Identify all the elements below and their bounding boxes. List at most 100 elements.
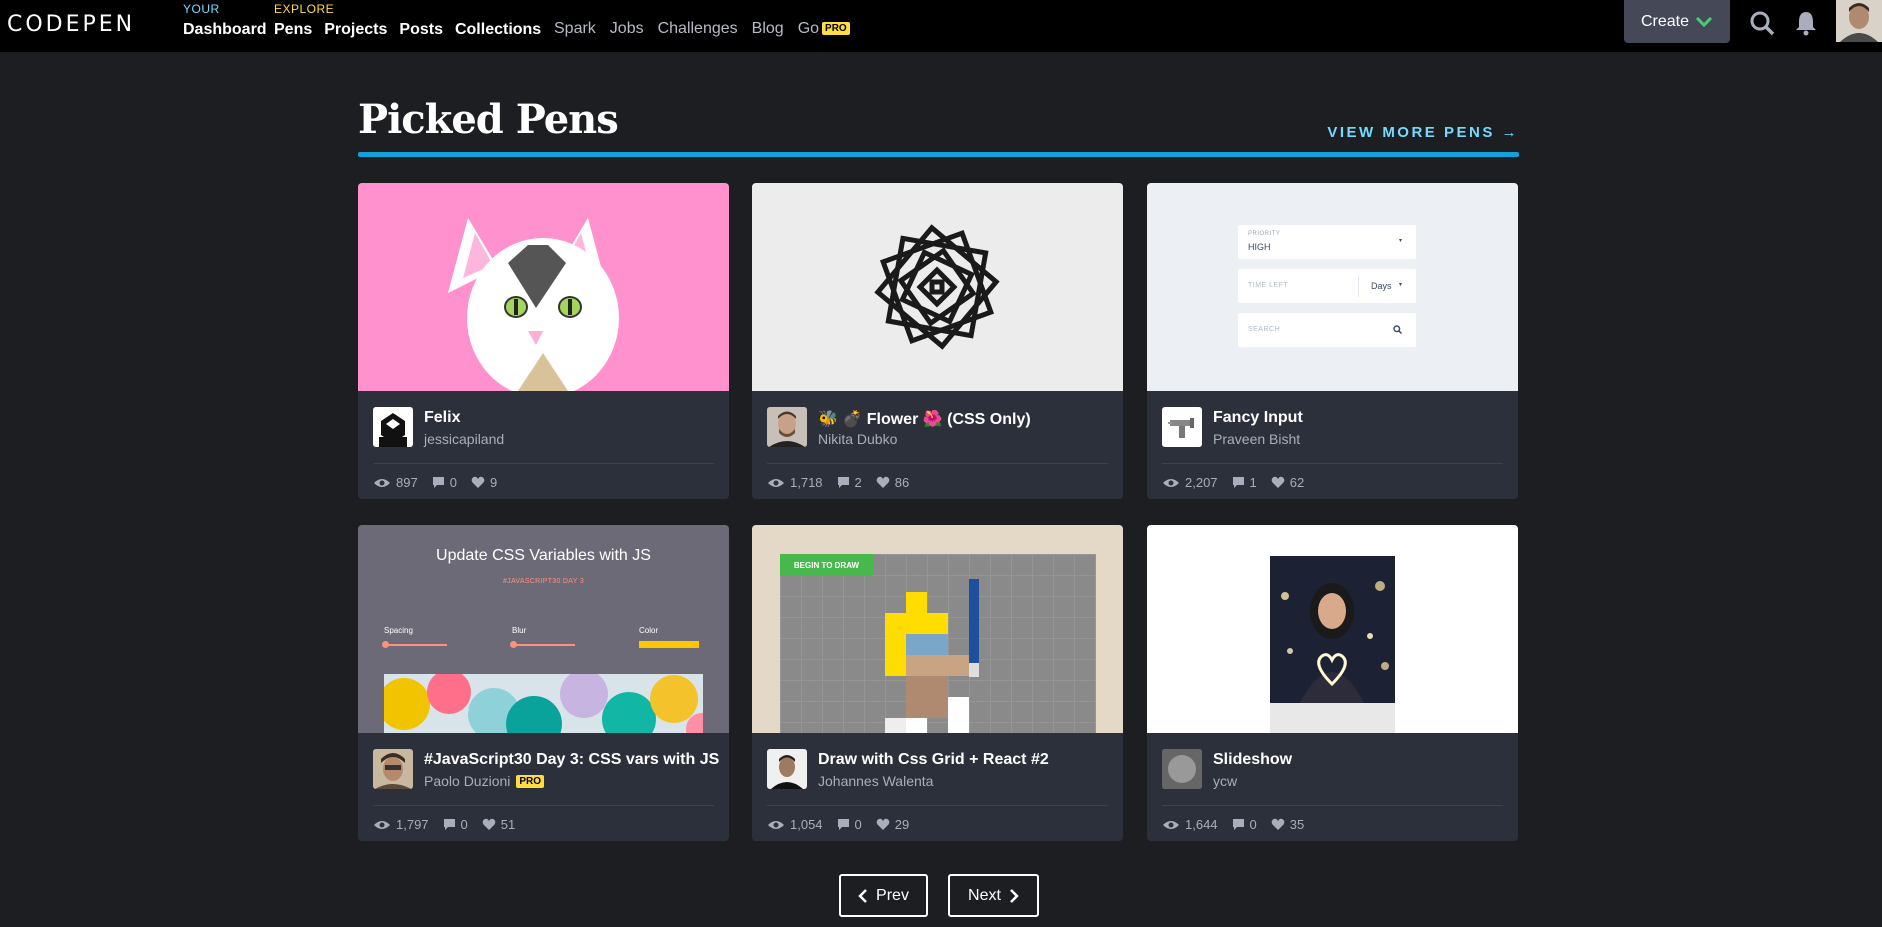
author-avatar[interactable] [1162, 749, 1202, 789]
codepen-logo[interactable]: CODEPEN [7, 9, 135, 39]
card-divider [767, 805, 1108, 806]
author-avatar[interactable] [373, 749, 413, 789]
nav-challenges[interactable]: Challenges [658, 20, 738, 38]
views-stat: 897 [373, 475, 418, 490]
pen-card[interactable]: BEGIN TO DRAW Draw with Css Grid + React… [752, 525, 1123, 841]
likes-stat[interactable]: 35 [1271, 817, 1304, 832]
nav-go[interactable]: Go PRO [798, 20, 850, 38]
pen-author[interactable]: Nikita Dubko [818, 431, 897, 447]
comments-stat[interactable]: 1 [1232, 475, 1257, 490]
chevron-right-icon [1010, 888, 1019, 903]
pen-preview-fancy-input[interactable]: PRIORITY HIGH ▾ TIME LEFT Days ▾ SEARCH [1147, 183, 1518, 391]
pro-badge: PRO [516, 775, 545, 788]
nav-dashboard[interactable]: Dashboard [183, 21, 267, 39]
pen-card[interactable]: 🐝 💣 Flower 🌺 (CSS Only) Nikita Dubko 1,7… [752, 183, 1123, 499]
author-avatar[interactable] [767, 407, 807, 447]
blur-slider-thumb[interactable] [510, 641, 517, 648]
view-more-pens-link[interactable]: VIEW MORE PENS → [1327, 124, 1519, 141]
search-icon [1750, 11, 1775, 36]
prev-button[interactable]: Prev [839, 874, 928, 917]
likes-stat[interactable]: 9 [471, 475, 497, 490]
bell-icon [1796, 12, 1816, 36]
pen-title[interactable]: Slideshow [1213, 751, 1292, 769]
comments-count: 1 [1249, 475, 1257, 490]
pen-stats: 1,797 0 51 [373, 817, 515, 832]
nav-spark[interactable]: Spark [554, 20, 596, 38]
comments-stat[interactable]: 0 [432, 475, 457, 490]
comment-icon [1232, 819, 1244, 830]
create-button[interactable]: Create [1624, 0, 1730, 43]
pen-title[interactable]: Draw with Css Grid + React #2 [818, 751, 1049, 769]
top-navigation-bar: CODEPEN YOUR Dashboard EXPLORE Pens Proj… [0, 0, 1882, 52]
pen-author[interactable]: Praveen Bisht [1213, 431, 1300, 447]
card-divider [373, 463, 714, 464]
author-avatar[interactable] [767, 749, 807, 789]
views-count: 897 [396, 475, 418, 490]
pen-author[interactable]: ycw [1213, 773, 1237, 789]
likes-stat[interactable]: 29 [876, 817, 909, 832]
nav-projects[interactable]: Projects [324, 21, 387, 39]
pen-preview-slideshow[interactable] [1147, 525, 1518, 733]
likes-stat[interactable]: 51 [482, 817, 515, 832]
comments-stat[interactable]: 2 [837, 475, 862, 490]
pen-preview-grid-draw[interactable]: BEGIN TO DRAW [752, 525, 1123, 733]
begin-to-draw-button[interactable]: BEGIN TO DRAW [780, 554, 873, 576]
pen-card[interactable]: Slideshow ycw 1,644 0 35 [1147, 525, 1518, 841]
pen-title[interactable]: Fancy Input [1213, 409, 1303, 427]
pen-card[interactable]: Update CSS Variables with JS #JAVASCRIPT… [358, 525, 729, 841]
nav-blog[interactable]: Blog [752, 20, 784, 38]
likes-stat[interactable]: 62 [1271, 475, 1304, 490]
pen-preview-flower[interactable] [752, 183, 1123, 391]
explore-nav-group: EXPLORE Pens Projects Posts Collections [274, 2, 541, 39]
comments-stat[interactable]: 0 [837, 817, 862, 832]
views-stat: 1,797 [373, 817, 429, 832]
pen-stats: 2,207 1 62 [1162, 475, 1304, 490]
pen-author[interactable]: jessicapiland [424, 431, 504, 447]
time-left-field[interactable]: TIME LEFT Days ▾ [1238, 269, 1416, 303]
search-placeholder: SEARCH [1248, 326, 1281, 333]
pen-title[interactable]: Felix [424, 409, 460, 427]
chevron-down-icon [1695, 16, 1713, 27]
comments-stat[interactable]: 0 [1232, 817, 1257, 832]
days-select[interactable]: Days [1371, 281, 1392, 291]
user-avatar[interactable] [1836, 0, 1882, 42]
comment-icon [432, 477, 444, 488]
comments-stat[interactable]: 0 [443, 817, 468, 832]
author-avatar[interactable] [373, 407, 413, 447]
pen-card[interactable]: PRIORITY HIGH ▾ TIME LEFT Days ▾ SEARCH … [1147, 183, 1518, 499]
pen-preview-felix[interactable] [358, 183, 729, 391]
pen-card[interactable]: Felix jessicapiland 897 0 9 [358, 183, 729, 499]
nav-jobs[interactable]: Jobs [610, 20, 644, 38]
color-picker[interactable] [639, 641, 699, 648]
pen-stats: 897 0 9 [373, 475, 497, 490]
notifications-button[interactable] [1791, 8, 1821, 38]
priority-select[interactable]: PRIORITY HIGH ▾ [1238, 225, 1416, 259]
go-pro-badge: PRO [822, 22, 850, 35]
next-button[interactable]: Next [948, 874, 1039, 917]
pen-stats: 1,054 0 29 [767, 817, 909, 832]
pen-title[interactable]: 🐝 💣 Flower 🌺 (CSS Only) [818, 409, 1031, 429]
spacing-label: Spacing [384, 626, 413, 635]
pen-preview-css-vars[interactable]: Update CSS Variables with JS #JAVASCRIPT… [358, 525, 729, 733]
pen-author[interactable]: Paolo Duzioni [424, 773, 510, 789]
pen-author[interactable]: Johannes Walenta [818, 773, 933, 789]
spacing-slider-thumb[interactable] [382, 641, 389, 648]
slideshow-photo [1270, 556, 1395, 733]
nav-collections[interactable]: Collections [455, 21, 541, 39]
nav-go-label: Go [797, 20, 820, 37]
author-avatar[interactable] [1162, 407, 1202, 447]
spacing-slider[interactable] [384, 644, 447, 646]
nav-posts[interactable]: Posts [399, 21, 443, 39]
search-button[interactable] [1747, 8, 1777, 38]
pixel-grid-canvas[interactable] [780, 554, 1096, 733]
blur-slider[interactable] [512, 644, 575, 646]
eye-icon [1163, 478, 1179, 487]
likes-count: 51 [500, 817, 516, 832]
nav-pens[interactable]: Pens [274, 21, 312, 39]
comment-icon [837, 819, 849, 830]
search-field[interactable]: SEARCH [1238, 313, 1416, 347]
likes-stat[interactable]: 86 [876, 475, 909, 490]
comment-icon [1232, 477, 1244, 488]
card-divider [1162, 463, 1503, 464]
pen-title[interactable]: #JavaScript30 Day 3: CSS vars with JS [424, 751, 719, 769]
